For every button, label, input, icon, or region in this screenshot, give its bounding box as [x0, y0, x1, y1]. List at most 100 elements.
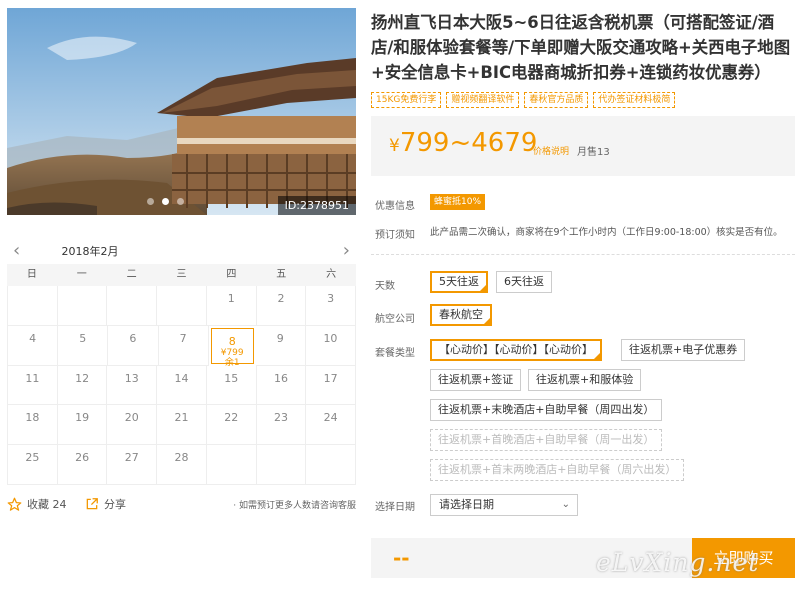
calendar-day-number: 2 [277, 292, 285, 305]
favorite-button[interactable]: 收藏 24 [7, 496, 67, 512]
option-5-days[interactable]: 5天往返 [430, 271, 488, 293]
calendar-day: 27 [107, 445, 158, 485]
calendar-header: ‹ 2018年2月 › [7, 238, 356, 267]
calendar-day-price: ¥799 [220, 347, 244, 358]
airline-label: 航空公司 [375, 314, 415, 325]
option-airline-spring[interactable]: 春秋航空 [430, 304, 492, 326]
calendar-day-number: 10 [323, 331, 338, 345]
star-icon [7, 497, 22, 511]
calendar-week-row: 1 2 3 [8, 286, 357, 326]
share-icon [86, 498, 98, 510]
calendar-day: 11 [8, 365, 58, 406]
option-package-two-nights-hotel: 往返机票+首末两晚酒店+自助早餐（周六出发） [430, 459, 685, 481]
calendar-day-number: 1 [227, 292, 235, 305]
calendar-day: 1 [206, 286, 257, 326]
package-label: 套餐类型 [375, 348, 415, 359]
share-label: 分享 [104, 498, 126, 511]
calendar-day-number: 21 [174, 411, 189, 425]
watermark-logo: eLvXing.net [596, 548, 760, 577]
carousel-dot[interactable] [147, 198, 154, 205]
calendar-day: 12 [57, 365, 108, 406]
kiyomizu-temple-image [7, 8, 356, 215]
promo-label: 优惠信息 [375, 201, 415, 212]
calendar-day: 17 [306, 365, 357, 406]
calendar-day-number: 13 [124, 371, 139, 385]
calendar-day: 14 [157, 365, 207, 406]
favorite-label: 收藏 24 [27, 498, 67, 511]
calendar-day-number: 27 [124, 451, 139, 465]
calendar-day: 26 [57, 445, 108, 485]
carousel-dot[interactable] [177, 198, 184, 205]
calendar-day: 24 [306, 405, 357, 446]
date-select-value: 请选择日期 [439, 498, 494, 511]
price-range: ¥799~4679 [389, 128, 537, 161]
calendar-day-number: 4 [29, 331, 37, 345]
option-package-visa[interactable]: 往返机票+签证 [430, 369, 522, 391]
calendar-day: 5 [58, 325, 109, 366]
calendar-day-number: 3 [327, 292, 335, 305]
calendar-day-number: 12 [75, 371, 90, 385]
calendar-day-number: 17 [323, 371, 338, 385]
calendar-day-number: 16 [273, 371, 288, 385]
date-label: 选择日期 [375, 502, 415, 513]
calendar-day-number: 20 [124, 411, 139, 425]
product-tag: 15KG免费行李 [371, 92, 442, 108]
price-box: ¥799~4679 价格说明 月售13 [371, 116, 795, 176]
calendar-day: 28 [157, 445, 207, 485]
days-label: 天数 [375, 281, 395, 292]
option-package-last-night-hotel[interactable]: 往返机票+末晚酒店+自助早餐（周四出发） [430, 399, 663, 421]
date-select[interactable]: 请选择日期 ⌄ [430, 494, 578, 516]
calendar-day: 23 [256, 405, 307, 446]
notice-label: 预订须知 [375, 230, 415, 241]
calendar-day-number: 19 [75, 411, 90, 425]
calendar-empty-cell [57, 286, 108, 326]
calendar-day: 19 [57, 405, 108, 446]
calendar-day: 4 [8, 325, 59, 366]
calendar-day-number: 14 [174, 371, 189, 385]
calendar-prev-icon[interactable]: ‹ [13, 240, 20, 261]
calendar-day: 3 [306, 286, 357, 326]
price-explanation-link[interactable]: 价格说明 [533, 144, 569, 157]
weekday-label: 四 [226, 269, 237, 280]
price-value: 799~4679 [399, 128, 538, 158]
calendar-empty-cell [256, 445, 307, 485]
calendar-empty-cell [306, 445, 357, 485]
calendar-week-row: 11 12 13 14 15 16 17 [8, 365, 357, 406]
calendar-day: 21 [157, 405, 207, 446]
calendar-week-row: 4 5 6 7 8 ¥799 余1 9 10 [8, 325, 357, 368]
calendar-empty-cell [206, 445, 257, 485]
divider [371, 254, 795, 255]
calendar-day-number: 24 [323, 411, 338, 425]
product-tags: 15KG免费行李 赠视频翻译软件 春秋官方品质 代办签证材料极简 [371, 92, 676, 108]
weekday-label: 日 [26, 269, 37, 280]
calendar-day: 16 [256, 365, 307, 406]
calendar-day: 13 [107, 365, 158, 406]
product-tag: 代办签证材料极简 [593, 92, 676, 108]
monthly-sales: 月售13 [577, 147, 610, 158]
carousel-dot[interactable] [162, 198, 169, 205]
option-6-days[interactable]: 6天往返 [496, 271, 552, 293]
action-bar: 收藏 24 分享 · 如需预订更多人数请咨询客服 [7, 494, 356, 514]
calendar-day-available[interactable]: 8 ¥799 余1 [210, 327, 254, 368]
option-package-kimono[interactable]: 往返机票+和服体验 [528, 369, 642, 391]
calendar-next-icon[interactable]: › [343, 240, 350, 261]
option-package-hot-price[interactable]: 【心动价】【心动价】【心动价】 [430, 339, 602, 361]
calendar-day-number: 28 [174, 451, 189, 465]
calendar-grid: 1 2 3 4 5 6 7 8 ¥799 余1 9 10 11 12 13 14 15 16 17 18 19 20 21 2… [7, 286, 357, 485]
calendar-day: 15 [206, 365, 257, 406]
calendar-day-number: 18 [25, 411, 40, 425]
calendar-weekdays: 日 一 二 三 四 五 六 [7, 264, 356, 286]
calendar-day: 6 [108, 325, 159, 366]
calendar-day: 25 [8, 445, 58, 485]
calendar-day-number: 25 [25, 451, 40, 465]
total-price: -- [393, 546, 410, 570]
calendar-empty-cell [157, 286, 207, 326]
product-photo[interactable]: ID:2378951 [7, 8, 356, 215]
calendar-week-row: 18 19 20 21 22 23 24 [8, 405, 357, 446]
share-button[interactable]: 分享 [85, 496, 126, 512]
calendar-day-number: 6 [129, 331, 137, 345]
option-package-coupon[interactable]: 往返机票+电子优惠券 [621, 339, 746, 361]
calendar-day: 20 [107, 405, 158, 446]
calendar-day-number: 11 [25, 371, 40, 385]
calendar-day-number: 22 [224, 411, 239, 425]
